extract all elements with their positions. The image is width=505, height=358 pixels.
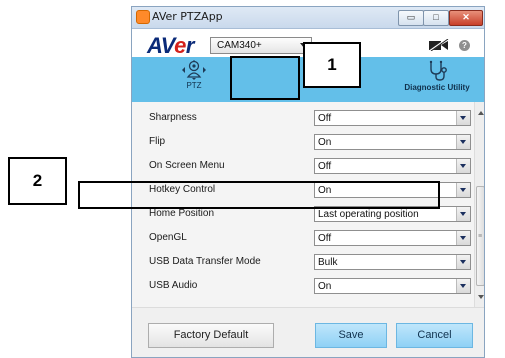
ptz-camera-icon xyxy=(182,60,206,80)
annotation-box-2 xyxy=(78,181,440,209)
chevron-down-icon xyxy=(456,111,470,125)
maximize-button[interactable]: □ xyxy=(423,10,449,26)
select-value: Last operating position xyxy=(318,209,419,220)
chevron-down-icon xyxy=(456,159,470,173)
annotation-number-2: 2 xyxy=(8,157,67,205)
scroll-grip-icon: ≡ xyxy=(478,233,483,240)
help-icon[interactable]: ? xyxy=(459,40,470,51)
setting-label: On Screen Menu xyxy=(149,160,225,171)
usb-audio-select[interactable]: On xyxy=(314,278,471,294)
camera-model-select[interactable]: CAM340+ xyxy=(210,37,312,54)
sharpness-select[interactable]: Off xyxy=(314,110,471,126)
chevron-down-icon xyxy=(456,207,470,221)
chevron-down-icon xyxy=(456,135,470,149)
scroll-thumb[interactable]: ≡ xyxy=(476,186,484,286)
setting-label: Sharpness xyxy=(149,112,197,123)
select-value: Bulk xyxy=(318,257,338,268)
select-value: On xyxy=(318,137,332,148)
usb-data-transfer-mode-select[interactable]: Bulk xyxy=(314,254,471,270)
select-value: On xyxy=(318,281,332,292)
chevron-down-icon xyxy=(456,279,470,293)
footer-bar: Factory Default Save Cancel xyxy=(132,307,484,357)
setting-label: USB Data Transfer Mode xyxy=(149,256,261,267)
annotation-number-1: 1 xyxy=(303,42,361,88)
aver-logo: AVer xyxy=(147,33,194,58)
setting-label: USB Audio xyxy=(149,280,198,291)
setting-label: OpenGL xyxy=(149,232,187,243)
setting-row-on-screen-menu: On Screen Menu Off xyxy=(132,155,474,177)
annotation-box-1 xyxy=(230,56,300,100)
camera-off-icon[interactable] xyxy=(428,39,450,51)
setting-row-usb-audio: USB Audio On xyxy=(132,275,474,297)
setting-label: Home Position xyxy=(149,208,215,219)
factory-default-button[interactable]: Factory Default xyxy=(148,323,274,348)
chevron-down-icon xyxy=(456,183,470,197)
window-title: AVer PTZApp xyxy=(152,10,223,23)
stethoscope-icon xyxy=(429,60,447,81)
flip-select[interactable]: On xyxy=(314,134,471,150)
tab-diagnostic-utility[interactable]: Diagnostic Utility xyxy=(392,60,482,98)
chevron-down-icon xyxy=(456,231,470,245)
vertical-scrollbar[interactable]: ≡ xyxy=(474,102,484,307)
save-button[interactable]: Save xyxy=(315,323,387,348)
scroll-down-icon[interactable] xyxy=(478,295,484,299)
setting-label: Flip xyxy=(149,136,166,147)
select-value: Off xyxy=(318,113,332,124)
camera-model-value: CAM340+ xyxy=(217,40,262,51)
title-bar: AVer PTZApp ▭ □ ✕ xyxy=(132,7,484,29)
tab-ptz[interactable]: PTZ xyxy=(176,60,212,98)
tab-diagnostic-utility-label: Diagnostic Utility xyxy=(404,83,470,92)
close-button[interactable]: ✕ xyxy=(449,10,483,26)
setting-row-sharpness: Sharpness Off xyxy=(132,107,474,129)
minimize-button[interactable]: ▭ xyxy=(398,10,424,26)
scroll-up-icon[interactable] xyxy=(478,111,484,115)
opengl-select[interactable]: Off xyxy=(314,230,471,246)
setting-row-flip: Flip On xyxy=(132,131,474,153)
app-icon xyxy=(136,10,150,24)
on-screen-menu-select[interactable]: Off xyxy=(314,158,471,174)
setting-row-opengl: OpenGL Off xyxy=(132,227,474,249)
tab-ptz-label: PTZ xyxy=(186,81,202,90)
select-value: Off xyxy=(318,161,332,172)
setting-row-usb-data-transfer-mode: USB Data Transfer Mode Bulk xyxy=(132,251,474,273)
select-value: Off xyxy=(318,233,332,244)
cancel-button[interactable]: Cancel xyxy=(396,323,473,348)
chevron-down-icon xyxy=(456,255,470,269)
